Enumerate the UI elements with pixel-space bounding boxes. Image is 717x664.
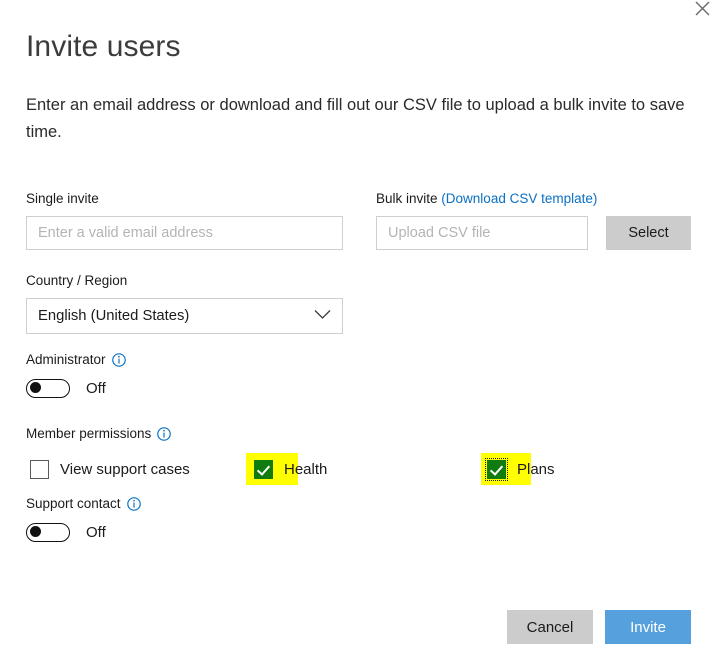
bulk-invite-label: Bulk invite (Download CSV template)	[376, 190, 691, 207]
administrator-group: Administrator Off	[26, 352, 126, 398]
bulk-invite-label-text: Bulk invite	[376, 191, 438, 206]
administrator-toggle-row: Off	[26, 379, 126, 398]
permission-view-support-cases[interactable]: View support cases	[30, 452, 190, 486]
administrator-label: Administrator	[26, 352, 106, 367]
invite-button[interactable]: Invite	[605, 610, 691, 644]
member-permissions-row: View support cases Health Plans	[26, 452, 691, 486]
toggle-knob	[30, 382, 41, 393]
administrator-label-row: Administrator	[26, 352, 126, 367]
country-region-selected-value: English (United States)	[38, 308, 190, 324]
invite-fields-row: Single invite Bulk invite (Download CSV …	[26, 190, 691, 250]
select-file-button[interactable]: Select	[606, 216, 691, 250]
dialog-description: Enter an email address or download and f…	[26, 96, 685, 141]
info-icon[interactable]	[157, 426, 172, 441]
member-permissions-group: Member permissions View support cases He…	[26, 426, 691, 486]
cancel-button[interactable]: Cancel	[507, 610, 593, 644]
support-contact-toggle[interactable]	[26, 523, 70, 542]
single-invite-label: Single invite	[26, 191, 99, 206]
checkbox-view-support-cases[interactable]	[30, 459, 49, 479]
invite-users-dialog: Invite users Enter an email address or d…	[0, 0, 717, 664]
support-contact-label-row: Support contact	[26, 496, 141, 511]
close-icon[interactable]	[689, 0, 715, 20]
member-permissions-label: Member permissions	[26, 426, 152, 441]
permission-label: View support cases	[60, 460, 190, 478]
download-csv-template-link[interactable]: (Download CSV template)	[441, 191, 597, 206]
administrator-toggle-state: Off	[86, 380, 106, 397]
support-contact-toggle-row: Off	[26, 523, 141, 542]
checkbox-health[interactable]	[254, 459, 273, 479]
permission-label: Plans	[517, 460, 555, 478]
permission-label: Health	[284, 460, 328, 478]
member-permissions-label-row: Member permissions	[26, 426, 691, 441]
checkbox-plans[interactable]	[485, 457, 508, 481]
chevron-down-icon	[314, 308, 331, 324]
bulk-invite-group: Bulk invite (Download CSV template) Sele…	[376, 190, 691, 250]
support-contact-toggle-state: Off	[86, 524, 106, 541]
single-invite-group: Single invite	[26, 190, 376, 250]
administrator-toggle[interactable]	[26, 379, 70, 398]
info-icon[interactable]	[126, 496, 141, 511]
support-contact-label: Support contact	[26, 496, 121, 511]
support-contact-group: Support contact Off	[26, 496, 141, 542]
bulk-invite-row: Select	[376, 216, 691, 250]
dialog-footer: Cancel Invite	[507, 610, 691, 644]
page-title: Invite users	[26, 30, 181, 63]
country-region-dropdown[interactable]: English (United States)	[26, 298, 343, 334]
bulk-invite-input[interactable]	[376, 216, 588, 250]
country-region-label: Country / Region	[26, 273, 128, 288]
country-region-group: Country / Region English (United States)	[26, 272, 343, 334]
info-icon[interactable]	[111, 352, 126, 367]
toggle-knob	[30, 526, 41, 537]
single-invite-input[interactable]	[26, 216, 343, 250]
